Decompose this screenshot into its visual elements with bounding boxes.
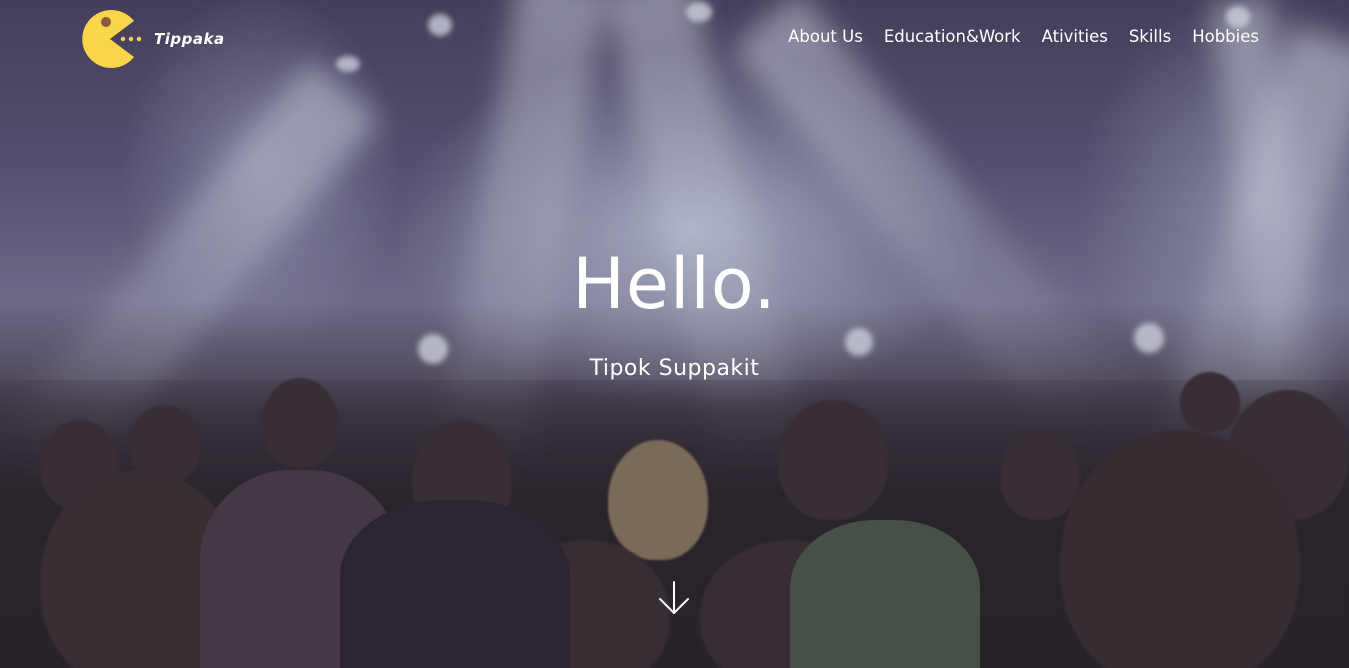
hero-subtitle: Tipok Suppakit <box>589 356 760 381</box>
nav-activities[interactable]: Ativities <box>1042 27 1108 46</box>
logo-link[interactable]: Tippaka <box>80 9 225 69</box>
nav-hobbies[interactable]: Hobbies <box>1192 27 1259 46</box>
logo-text: Tippaka <box>154 30 225 48</box>
scroll-down-button[interactable] <box>657 580 691 616</box>
hero-title: Hello. <box>572 243 777 325</box>
nav-education-work[interactable]: Education&Work <box>884 27 1021 46</box>
main-nav: About Us Education&Work Ativities Skills… <box>788 27 1259 46</box>
pacman-icon <box>80 9 142 69</box>
arrow-down-icon <box>659 581 689 614</box>
nav-about-us[interactable]: About Us <box>788 27 863 46</box>
dark-overlay <box>0 0 1349 668</box>
nav-skills[interactable]: Skills <box>1129 27 1171 46</box>
hero-section: Tippaka About Us Education&Work Ativitie… <box>0 0 1349 668</box>
